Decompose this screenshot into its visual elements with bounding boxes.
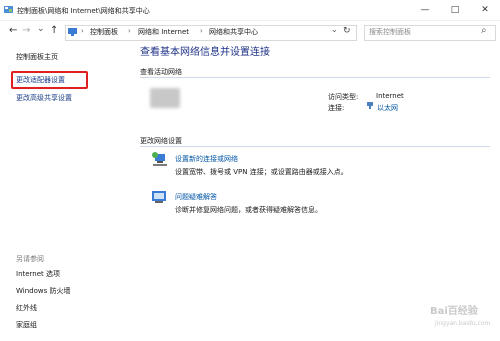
setup-new-connection-desc: 设置宽带、拨号或 VPN 连接；或设置路由器或接入点。	[175, 168, 348, 176]
maximize-button[interactable]: □	[440, 0, 470, 20]
sidebar-item-advanced-sharing[interactable]: 更改高级共享设置	[16, 93, 72, 103]
search-icon[interactable]: ⌕	[481, 25, 487, 36]
window-title: 控制面板\网络和 Internet\网络和共享中心	[17, 7, 150, 15]
search-placeholder: 搜索控制面板	[369, 28, 411, 36]
breadcrumb-separator: ›	[200, 27, 203, 35]
up-icon[interactable]: ↑	[50, 25, 58, 36]
breadcrumb-sharing-center[interactable]: 网络和共享中心	[209, 27, 258, 37]
connection-label: 连接:	[328, 104, 345, 112]
control-panel-icon	[4, 6, 13, 13]
see-also-internet-options[interactable]: Internet 选项	[16, 269, 60, 279]
forward-icon[interactable]: →	[22, 25, 30, 36]
see-also-homegroup[interactable]: 家庭组	[16, 320, 37, 330]
network-icon	[68, 28, 77, 36]
see-also-firewall[interactable]: Windows 防火墙	[16, 286, 70, 296]
breadcrumb-separator: ›	[81, 27, 84, 35]
recent-locations-icon[interactable]: ⌄	[37, 24, 45, 34]
minimize-button[interactable]: —	[410, 0, 440, 20]
access-type-value: Internet	[376, 92, 404, 100]
page-title: 查看基本网络信息并设置连接	[140, 47, 270, 58]
section-divider	[140, 77, 490, 78]
change-settings-heading: 更改网络设置	[140, 137, 182, 145]
back-icon[interactable]: ←	[9, 25, 17, 36]
access-type-label: 访问类型:	[328, 93, 359, 101]
ethernet-link[interactable]: 以太网	[377, 103, 398, 113]
troubleshoot-desc: 诊断并修复网络问题，或者获得疑难解答信息。	[175, 206, 322, 214]
address-dropdown-icon[interactable]: ⌄	[331, 25, 338, 34]
setup-new-connection-link[interactable]: 设置新的连接或网络	[175, 154, 238, 164]
troubleshoot-icon	[152, 191, 166, 203]
see-also-infrared[interactable]: 红外线	[16, 303, 37, 313]
watermark-url: jingyan.baidu.com	[435, 320, 491, 327]
refresh-icon[interactable]: ↻	[343, 26, 351, 36]
see-also-heading: 另请参阅	[16, 255, 44, 263]
sidebar-item-adapter-settings[interactable]: 更改适配器设置	[16, 75, 65, 85]
close-button[interactable]: ✕	[470, 0, 500, 20]
title-bar: 控制面板\网络和 Internet\网络和共享中心 — □ ✕	[0, 0, 500, 21]
ethernet-icon	[367, 102, 373, 109]
sidebar-item-home[interactable]: 控制面板主页	[16, 52, 58, 62]
breadcrumb-separator: ›	[128, 27, 131, 35]
section-divider	[140, 146, 490, 147]
watermark-logo: Bai百经验	[430, 306, 478, 317]
network-name-redacted	[150, 88, 180, 108]
breadcrumb-control-panel[interactable]: 控制面板	[90, 27, 118, 37]
troubleshoot-link[interactable]: 问题疑难解答	[175, 192, 217, 202]
active-networks-heading: 查看活动网络	[140, 68, 182, 76]
breadcrumb-network-internet[interactable]: 网络和 Internet	[138, 27, 189, 37]
new-connection-icon	[152, 152, 167, 166]
